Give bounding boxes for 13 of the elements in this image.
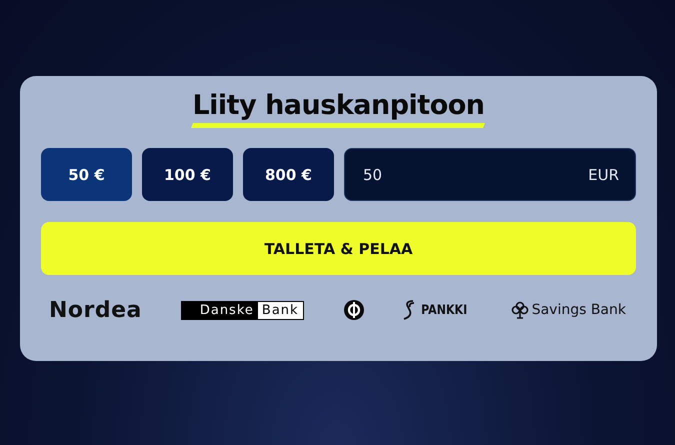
circle-emblem-icon [342,299,365,321]
amount-field[interactable]: 50 EUR [344,148,636,201]
deposit-play-button[interactable]: TALLETA & PELAA [41,222,636,275]
bank-logo: Nordea [49,298,142,322]
s-mark-icon [403,300,416,320]
amount-button[interactable]: 50 € [41,148,132,201]
clover-icon [510,301,529,319]
bank-logo: Savings Bank [510,301,626,319]
bank-logo: Danske Bank [180,300,304,320]
amount-button[interactable]: 100 € [142,148,233,201]
bank-logo: PANKKI [403,300,472,320]
card-title: Liity hauskanpitoon [192,90,485,134]
amount-button[interactable]: 800 € [243,148,334,201]
